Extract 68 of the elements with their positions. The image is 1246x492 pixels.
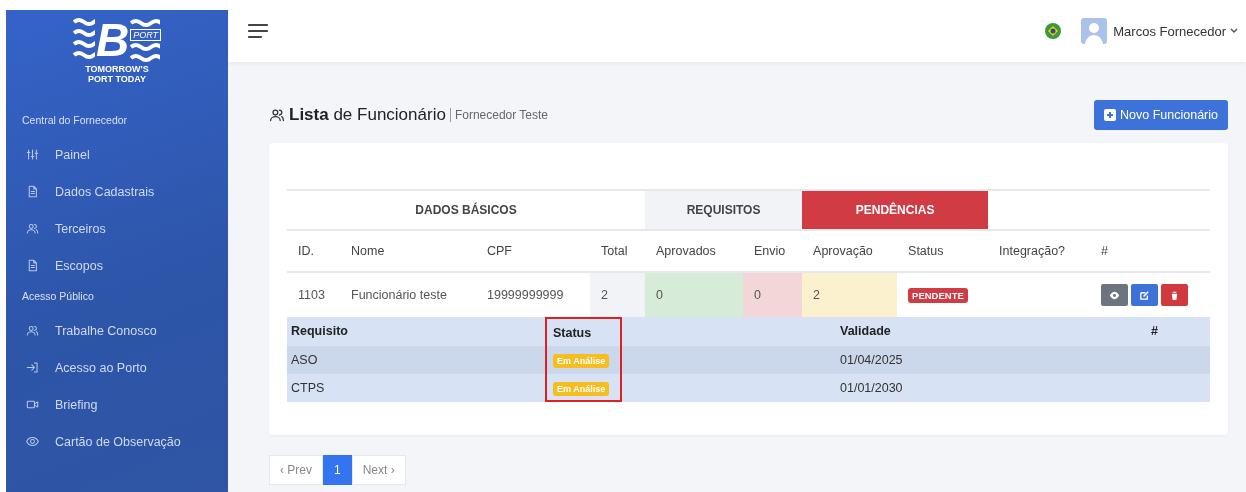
sidebar-item[interactable]: Acesso ao Porto bbox=[6, 349, 228, 386]
logo-badge: PORT bbox=[130, 28, 162, 41]
edit-button[interactable] bbox=[1131, 284, 1159, 306]
new-employee-button[interactable]: Novo Funcionário bbox=[1094, 100, 1228, 130]
sidebar-item[interactable]: Painel bbox=[6, 136, 228, 173]
waves-icon bbox=[130, 41, 161, 63]
users-icon bbox=[269, 107, 285, 123]
column-header: # bbox=[1090, 230, 1211, 272]
previous-page-button[interactable]: ‹ Prev bbox=[269, 455, 323, 485]
table-cell-text: CTPS bbox=[290, 380, 326, 397]
table-cell: 1103 bbox=[287, 272, 340, 317]
table-cell: 19999999999 bbox=[476, 272, 590, 317]
page-title: Lista de Funcionário bbox=[289, 105, 446, 125]
next-page-button[interactable]: Next › bbox=[351, 455, 406, 485]
table-cell-text: 01/01/2030 bbox=[839, 380, 904, 397]
group-tab[interactable]: PENDÊNCIAS bbox=[802, 190, 989, 230]
table-cell: 0 bbox=[743, 272, 803, 317]
column-header: Requisito bbox=[290, 323, 349, 340]
users-icon bbox=[26, 324, 39, 337]
table-cell-text: ASO bbox=[290, 352, 319, 369]
logo-letter: B bbox=[95, 16, 130, 64]
caret-icon bbox=[1230, 28, 1238, 34]
column-header: Integração? bbox=[988, 230, 1091, 272]
group-tab[interactable]: DADOS BÁSICOS bbox=[287, 190, 646, 230]
group-tab[interactable]: REQUISITOS bbox=[645, 190, 803, 230]
status-badge: Em Análise bbox=[553, 382, 610, 396]
logo-tagline: TOMORROW'S bbox=[85, 64, 149, 74]
flag-icon[interactable] bbox=[1045, 23, 1062, 39]
table-cell: 2 bbox=[802, 272, 898, 317]
sidebar-item[interactable]: Dados Cadastrais bbox=[6, 173, 228, 210]
video-camera-icon bbox=[26, 398, 39, 411]
section-heading: Central do Fornecedor bbox=[21, 113, 129, 128]
section-heading: Acesso Público bbox=[21, 289, 95, 304]
user-menu[interactable]: Marcos Fornecedor bbox=[1113, 23, 1238, 39]
menu-icon[interactable] bbox=[248, 23, 268, 39]
sliders-icon bbox=[26, 148, 39, 161]
column-header: CPF bbox=[476, 230, 590, 272]
status-badge: PENDENTE bbox=[908, 288, 968, 303]
view-button[interactable] bbox=[1101, 284, 1129, 306]
column-header: # bbox=[1150, 323, 1159, 340]
eye-icon bbox=[1109, 289, 1121, 301]
status-badge: Em Análise bbox=[553, 354, 610, 368]
sidebar-item[interactable]: Cartão de Observação bbox=[6, 423, 228, 460]
sign-in-icon bbox=[26, 361, 39, 374]
sidebar-item[interactable]: Terceiros bbox=[6, 210, 228, 247]
table-cell: Funcionário teste bbox=[340, 272, 476, 317]
logo-tagline: PORT TODAY bbox=[88, 74, 146, 84]
table-cell-text: 01/04/2025 bbox=[839, 352, 904, 369]
table-cell: 2 bbox=[590, 272, 646, 317]
column-header: Validade bbox=[839, 323, 892, 340]
document-icon bbox=[26, 259, 39, 272]
sidebar-item[interactable]: Escopos bbox=[6, 247, 228, 284]
avatar-icon bbox=[1081, 18, 1108, 44]
document-icon bbox=[26, 185, 39, 198]
page-button[interactable]: 1 bbox=[323, 455, 352, 485]
eye-icon bbox=[26, 435, 39, 448]
delete-button[interactable] bbox=[1161, 284, 1189, 306]
sidebar-item[interactable]: Briefing bbox=[6, 386, 228, 423]
sidebar-item[interactable]: Trabalhe Conosco bbox=[6, 312, 228, 349]
page-subtitle: Fornecedor Teste bbox=[449, 108, 549, 122]
table-cell: 0 bbox=[645, 272, 744, 317]
column-header: Nome bbox=[340, 230, 476, 272]
pencil-icon bbox=[1139, 289, 1151, 301]
plus-icon bbox=[1104, 109, 1117, 121]
waves-icon bbox=[130, 17, 161, 28]
column-header: ID. bbox=[287, 230, 340, 272]
column-header: Status bbox=[897, 230, 989, 272]
users-icon bbox=[26, 222, 39, 235]
